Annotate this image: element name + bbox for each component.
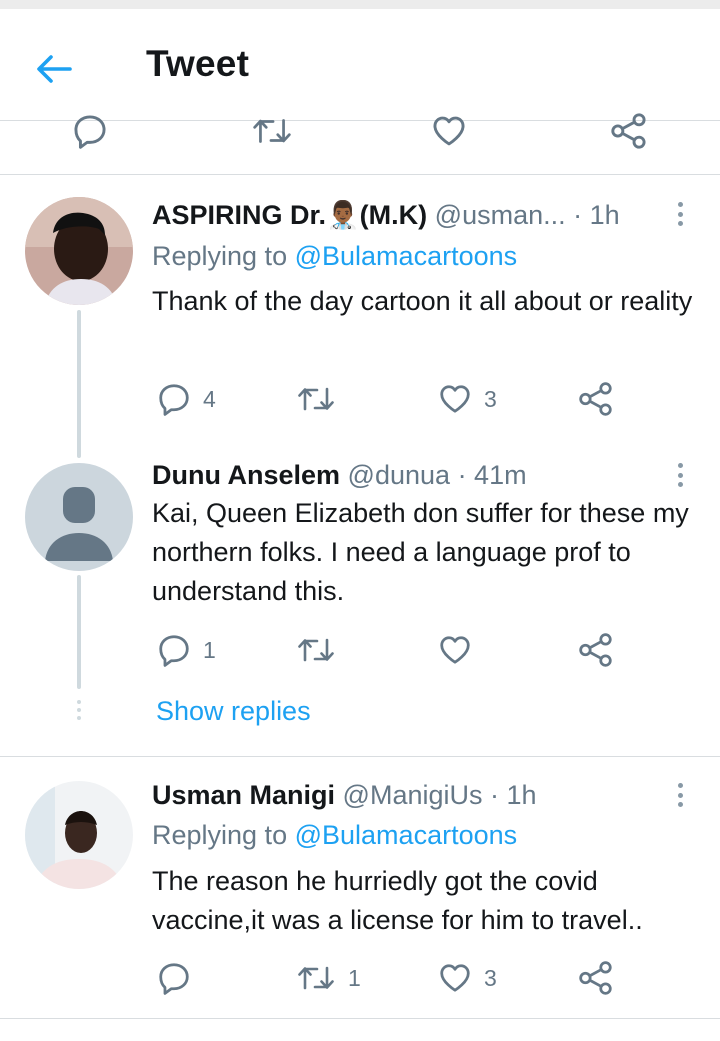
avatar[interactable] bbox=[25, 781, 133, 889]
retweet-icon bbox=[296, 633, 336, 667]
thread-dot bbox=[77, 708, 81, 712]
retweet-count: 1 bbox=[348, 964, 361, 991]
main-tweet-share-button[interactable] bbox=[610, 113, 648, 149]
arrow-left-icon bbox=[36, 54, 72, 84]
retweet-button[interactable]: 1 bbox=[296, 958, 361, 998]
mention-link[interactable]: @Bulamacartoons bbox=[295, 820, 518, 850]
replying-prefix: Replying to bbox=[152, 241, 288, 271]
page-title: Tweet bbox=[146, 43, 250, 84]
divider bbox=[0, 756, 720, 757]
retweet-icon bbox=[251, 113, 293, 149]
share-button[interactable] bbox=[578, 958, 614, 998]
tweet-header: ASPIRING Dr.👨🏾‍⚕️(M.K) @usman... · 1h bbox=[152, 202, 620, 229]
reply-icon bbox=[157, 633, 191, 667]
user-name[interactable]: ASPIRING Dr.👨🏾‍⚕️(M.K) bbox=[152, 200, 427, 230]
more-dot bbox=[677, 202, 683, 207]
show-replies-link[interactable]: Show replies bbox=[156, 696, 311, 727]
replying-prefix: Replying to bbox=[152, 820, 288, 850]
thread-dots bbox=[77, 700, 81, 724]
more-dot bbox=[677, 783, 683, 788]
retweet-icon bbox=[296, 382, 336, 416]
user-handle[interactable]: @usman... bbox=[435, 200, 566, 230]
divider bbox=[0, 1018, 720, 1019]
share-icon bbox=[578, 961, 614, 995]
tweet-text: The reason he hurriedly got the covid va… bbox=[152, 866, 643, 935]
share-icon bbox=[578, 633, 614, 667]
more-dot bbox=[677, 472, 683, 478]
like-icon bbox=[438, 633, 472, 667]
tweet-action-bar: 1 3 bbox=[0, 958, 720, 998]
timestamp[interactable]: · 1h bbox=[490, 780, 537, 810]
timestamp[interactable]: · 41m bbox=[458, 460, 527, 490]
replying-to: Replying to @Bulamacartoons bbox=[152, 822, 517, 849]
like-icon bbox=[430, 113, 468, 149]
more-dot bbox=[677, 211, 683, 217]
thread-dot bbox=[77, 716, 81, 720]
tweet-header: Usman Manigi @ManigiUs · 1h bbox=[152, 782, 537, 809]
share-icon bbox=[610, 113, 648, 149]
retweet-button[interactable] bbox=[296, 379, 348, 419]
more-dot bbox=[677, 221, 683, 226]
mention-link[interactable]: @Bulamacartoons bbox=[295, 241, 518, 271]
more-dot bbox=[677, 482, 683, 487]
user-handle[interactable]: @dunua bbox=[348, 460, 451, 490]
like-button[interactable]: 3 bbox=[438, 958, 497, 998]
reply-button[interactable]: 4 bbox=[157, 379, 216, 419]
retweet-button[interactable] bbox=[296, 630, 348, 670]
like-count: 3 bbox=[484, 385, 497, 412]
back-button[interactable] bbox=[22, 39, 86, 99]
main-tweet-retweet-button[interactable] bbox=[251, 113, 293, 149]
thread-dot bbox=[77, 700, 81, 704]
tweet-action-bar: 4 3 bbox=[0, 379, 720, 419]
user-handle[interactable]: @ManigiUs bbox=[343, 780, 483, 810]
main-tweet-reply-button[interactable] bbox=[72, 113, 108, 149]
user-name[interactable]: Dunu Anselem bbox=[152, 460, 340, 490]
more-options-button[interactable] bbox=[670, 460, 690, 490]
replying-to: Replying to @Bulamacartoons bbox=[152, 243, 517, 270]
tweet-text: Kai, Queen Elizabeth don suffer for thes… bbox=[152, 498, 689, 606]
reply-icon bbox=[157, 382, 191, 416]
timestamp[interactable]: · 1h bbox=[573, 200, 620, 230]
reply-button[interactable]: 1 bbox=[157, 630, 216, 670]
divider bbox=[0, 174, 720, 175]
reply-count: 4 bbox=[203, 385, 216, 412]
avatar[interactable] bbox=[25, 463, 133, 571]
tweet-text: Thank of the day cartoon it all about or… bbox=[152, 286, 693, 316]
tweet-header: Dunu Anselem @dunua · 41m bbox=[152, 462, 527, 489]
share-button[interactable] bbox=[578, 630, 614, 670]
share-button[interactable] bbox=[578, 379, 614, 419]
retweet-icon bbox=[296, 961, 336, 995]
status-bar-strip bbox=[0, 0, 720, 9]
reply-icon bbox=[157, 961, 191, 995]
top-app-bar: Tweet bbox=[0, 9, 720, 121]
more-dot bbox=[677, 792, 683, 798]
reply-count: 1 bbox=[203, 636, 216, 663]
more-options-button[interactable] bbox=[670, 199, 690, 229]
tweet-action-bar: 1 bbox=[0, 630, 720, 670]
more-options-button[interactable] bbox=[670, 780, 690, 810]
more-dot bbox=[677, 802, 683, 807]
main-tweet-action-bar bbox=[0, 121, 720, 174]
reply-button[interactable] bbox=[157, 958, 203, 998]
share-icon bbox=[578, 382, 614, 416]
like-button[interactable]: 3 bbox=[438, 379, 497, 419]
like-icon bbox=[438, 961, 472, 995]
avatar[interactable] bbox=[25, 197, 133, 305]
like-count: 3 bbox=[484, 964, 497, 991]
main-tweet-like-button[interactable] bbox=[430, 113, 468, 149]
like-icon bbox=[438, 382, 472, 416]
reply-icon bbox=[72, 113, 108, 149]
like-button[interactable] bbox=[438, 630, 484, 670]
more-dot bbox=[677, 463, 683, 468]
user-name[interactable]: Usman Manigi bbox=[152, 780, 335, 810]
